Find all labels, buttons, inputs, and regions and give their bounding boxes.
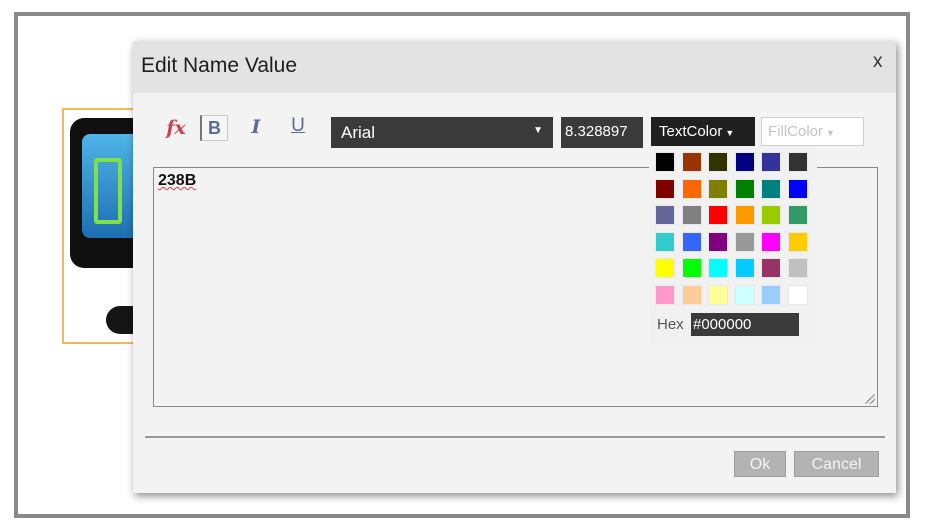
color-swatch[interactable]: [681, 152, 702, 172]
italic-button[interactable]: I: [245, 116, 267, 142]
color-swatch[interactable]: [761, 205, 781, 225]
color-swatch[interactable]: [734, 178, 755, 199]
footer-divider: [145, 436, 885, 438]
dropdown-arrow-icon: ▼: [533, 125, 543, 136]
color-swatch[interactable]: [734, 258, 755, 278]
color-swatch[interactable]: [655, 284, 675, 305]
color-swatch[interactable]: [734, 205, 755, 225]
color-swatch[interactable]: [787, 205, 808, 225]
color-swatch[interactable]: [708, 152, 728, 172]
color-swatch[interactable]: [761, 152, 781, 172]
color-swatch[interactable]: [655, 205, 675, 225]
color-swatch[interactable]: [787, 284, 808, 305]
color-swatch[interactable]: [787, 152, 808, 172]
color-swatch[interactable]: [681, 205, 702, 225]
bold-button[interactable]: B: [200, 115, 228, 141]
color-swatch[interactable]: [761, 258, 781, 278]
editor-text: 238B: [158, 172, 197, 189]
color-swatch[interactable]: [655, 152, 675, 172]
font-family-value: Arial: [341, 123, 376, 142]
circuit-glyph-icon: [94, 158, 122, 224]
text-color-button[interactable]: TextColor ▼: [651, 117, 755, 148]
close-button[interactable]: x: [873, 51, 883, 73]
color-swatch[interactable]: [655, 231, 675, 252]
caret-down-icon: ▼: [725, 128, 735, 138]
color-palette-popup: Hex #000000: [649, 146, 817, 349]
background-monitor-thumbnail[interactable]: [62, 108, 140, 344]
color-swatch[interactable]: [761, 231, 781, 252]
color-swatch[interactable]: [708, 284, 728, 305]
color-swatch[interactable]: [655, 258, 675, 278]
dialog-title: Edit Name Value: [141, 54, 298, 77]
color-swatch[interactable]: [655, 178, 675, 199]
edit-name-value-dialog: Edit Name Value x fx B I U Arial ▼ 8.328…: [133, 41, 896, 493]
color-swatch[interactable]: [681, 178, 702, 199]
color-swatch[interactable]: [681, 231, 702, 252]
fill-color-button[interactable]: FillColor ▼: [761, 117, 864, 146]
color-swatch[interactable]: [787, 178, 808, 199]
color-swatch[interactable]: [681, 284, 702, 305]
cancel-button[interactable]: Cancel: [794, 451, 879, 477]
caret-down-icon: ▼: [826, 128, 835, 138]
formula-button[interactable]: fx: [163, 117, 189, 143]
fill-color-label: FillColor: [768, 123, 824, 140]
color-swatch[interactable]: [708, 205, 728, 225]
hex-label: Hex: [657, 316, 684, 333]
color-swatch[interactable]: [734, 231, 755, 252]
dialog-titlebar: Edit Name Value x: [133, 41, 896, 93]
color-swatch[interactable]: [734, 152, 755, 172]
color-swatch[interactable]: [708, 178, 728, 199]
color-swatch[interactable]: [708, 258, 728, 278]
ok-button[interactable]: Ok: [734, 451, 786, 477]
color-swatch[interactable]: [787, 231, 808, 252]
color-swatch[interactable]: [761, 178, 781, 199]
color-swatch[interactable]: [681, 258, 702, 278]
font-size-input[interactable]: 8.328897: [561, 117, 643, 148]
monitor-stand-icon: [106, 306, 136, 334]
font-family-select[interactable]: Arial ▼: [331, 117, 553, 148]
color-swatch[interactable]: [787, 258, 808, 278]
hex-input[interactable]: #000000: [691, 313, 799, 336]
color-swatch[interactable]: [761, 284, 781, 305]
text-color-label: TextColor: [659, 123, 723, 140]
underline-button[interactable]: U: [287, 115, 309, 141]
color-swatch[interactable]: [734, 284, 755, 305]
color-swatch[interactable]: [708, 231, 728, 252]
resize-grip-icon[interactable]: [865, 394, 875, 404]
